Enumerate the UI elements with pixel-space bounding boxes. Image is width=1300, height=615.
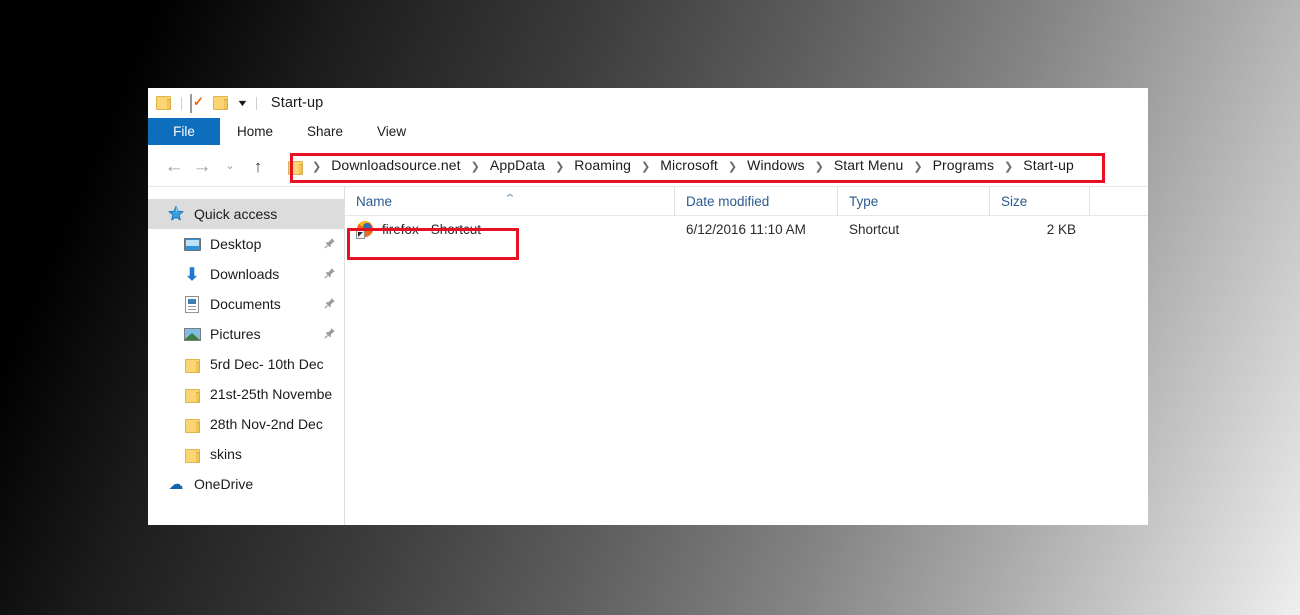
sidebar-item-label: Pictures [210, 326, 261, 342]
column-header-name-label: Name [356, 193, 393, 209]
sort-ascending-icon: ⌃ [503, 192, 516, 205]
folder-icon [182, 445, 202, 463]
breadcrumb: ❯ Downloadsource.net ❯ AppData ❯ Roaming ❯ Micr… [303, 157, 1075, 175]
sidebar-item-skins[interactable]: skins [148, 439, 344, 469]
sidebar-item-documents[interactable]: Documents [148, 289, 344, 319]
window-body: Quick access Desktop ⬇ Downloads Documents Pi… [148, 186, 1148, 525]
column-header-type[interactable]: Type [838, 186, 990, 216]
sidebar-item-label: Desktop [210, 236, 262, 252]
document-icon [182, 295, 202, 313]
cell-type: Shortcut [849, 222, 900, 237]
cell-date-modified: 6/12/2016 11:10 AM [686, 222, 806, 237]
breadcrumb-item-windows[interactable]: Windows [746, 157, 806, 173]
tab-home[interactable]: Home [220, 118, 290, 145]
column-header-row: Name ⌃ Date modified Type Size [345, 186, 1148, 216]
navigation-pane: Quick access Desktop ⬇ Downloads Documents Pi… [148, 187, 345, 525]
qat-divider-1 [181, 96, 182, 110]
sidebar-item-28th-nov-2nd-dec[interactable]: 28th Nov-2nd Dec [148, 409, 344, 439]
sidebar-item-label: 5rd Dec- 10th Dec [210, 356, 324, 372]
breadcrumb-item-start-up[interactable]: Start-up [1022, 157, 1075, 173]
file-name-label: firefox - Shortcut [382, 222, 482, 237]
breadcrumb-separator-icon: ❯ [814, 161, 824, 173]
column-header-date-modified[interactable]: Date modified [675, 186, 838, 216]
sidebar-item-21st-25th-novembe[interactable]: 21st-25th Novembe [148, 379, 344, 409]
breadcrumb-item-appdata[interactable]: AppData [489, 157, 546, 173]
firefox-shortcut-icon [356, 220, 374, 239]
folder-icon [182, 415, 202, 433]
breadcrumb-item-roaming[interactable]: Roaming [573, 157, 632, 173]
sidebar-item-onedrive[interactable]: ☁ OneDrive [148, 469, 344, 499]
sidebar-item-label: skins [210, 446, 242, 462]
sidebar-item-quick-access[interactable]: Quick access [148, 199, 344, 229]
tab-file[interactable]: File [148, 118, 220, 145]
forward-icon[interactable]: → [188, 152, 216, 180]
file-list-pane: Name ⌃ Date modified Type Size firefox -… [345, 186, 1148, 525]
breadcrumb-item-programs[interactable]: Programs [932, 157, 995, 173]
pin-icon [324, 327, 336, 342]
pin-icon [324, 297, 336, 312]
star-icon [166, 205, 186, 223]
breadcrumb-separator-icon: ❯ [641, 161, 651, 173]
column-header-size[interactable]: Size [990, 186, 1090, 216]
window-title: Start-up [270, 95, 324, 111]
sidebar-item-5rd-dec-10th-dec[interactable]: 5rd Dec- 10th Dec [148, 349, 344, 379]
desktop-icon [182, 235, 202, 253]
download-icon: ⬇ [184, 264, 200, 284]
address-bar[interactable]: ❯ Downloadsource.net ❯ AppData ❯ Roaming ❯ Micr… [279, 153, 1148, 179]
sidebar-item-label: Quick access [194, 206, 278, 222]
tab-view[interactable]: View [360, 118, 423, 145]
up-icon[interactable]: ↑ [244, 152, 272, 180]
breadcrumb-separator-icon: ❯ [470, 161, 480, 173]
qat-folder-icon[interactable] [156, 95, 173, 111]
breadcrumb-separator-icon: ❯ [1004, 161, 1014, 173]
sidebar-item-label: 28th Nov-2nd Dec [210, 416, 323, 432]
sidebar-item-pictures[interactable]: Pictures [148, 319, 344, 349]
table-row[interactable]: firefox - Shortcut 6/12/2016 11:10 AM Shor… [345, 216, 1148, 243]
navigation-bar: ← → ⌄ ↑ ❯ Downloadsource.net ❯ AppData ❯ Roam… [148, 146, 1148, 186]
sidebar-item-desktop[interactable]: Desktop [148, 229, 344, 259]
pin-icon [324, 237, 336, 252]
address-folder-icon [288, 160, 303, 175]
qat-divider-2 [255, 96, 257, 110]
customize-caret-icon[interactable]: ▼ [236, 98, 249, 108]
file-explorer-window: ✓ ▼ Start-up File Home Share View ← → ⌄ … [148, 88, 1148, 525]
ribbon-tab-bar: File Home Share View [148, 118, 1148, 146]
picture-icon [182, 325, 202, 343]
back-icon[interactable]: ← [160, 152, 188, 180]
column-header-name[interactable]: Name ⌃ [345, 186, 675, 216]
breadcrumb-item-downloadsource-net[interactable]: Downloadsource.net [330, 157, 461, 173]
cell-size: 2 KB [1046, 222, 1076, 237]
cell-name[interactable]: firefox - Shortcut [345, 216, 675, 243]
properties-icon[interactable]: ✓ [190, 94, 207, 113]
breadcrumb-separator-icon: ❯ [312, 161, 322, 173]
breadcrumb-separator-icon: ❯ [913, 161, 923, 173]
breadcrumb-item-start-menu[interactable]: Start Menu [833, 157, 904, 173]
breadcrumb-item-microsoft[interactable]: Microsoft [659, 157, 719, 173]
sidebar-item-label: Downloads [210, 266, 280, 282]
breadcrumb-separator-icon: ❯ [727, 161, 738, 173]
onedrive-icon: ☁ [168, 475, 184, 493]
title-bar: ✓ ▼ Start-up [148, 88, 1148, 118]
new-folder-icon[interactable] [213, 95, 230, 111]
breadcrumb-separator-icon: ❯ [555, 161, 565, 173]
file-rows: firefox - Shortcut 6/12/2016 11:10 AM Shor… [345, 216, 1148, 243]
sidebar-item-label: 21st-25th Novembe [210, 386, 333, 402]
folder-icon [182, 385, 202, 403]
sidebar-item-label: Documents [210, 296, 281, 312]
pin-icon [324, 267, 336, 282]
folder-icon [182, 355, 202, 373]
sidebar-item-label: OneDrive [194, 476, 254, 492]
recent-locations-icon[interactable]: ⌄ [216, 152, 244, 180]
tab-share[interactable]: Share [290, 118, 360, 145]
sidebar-item-downloads[interactable]: ⬇ Downloads [148, 259, 344, 289]
